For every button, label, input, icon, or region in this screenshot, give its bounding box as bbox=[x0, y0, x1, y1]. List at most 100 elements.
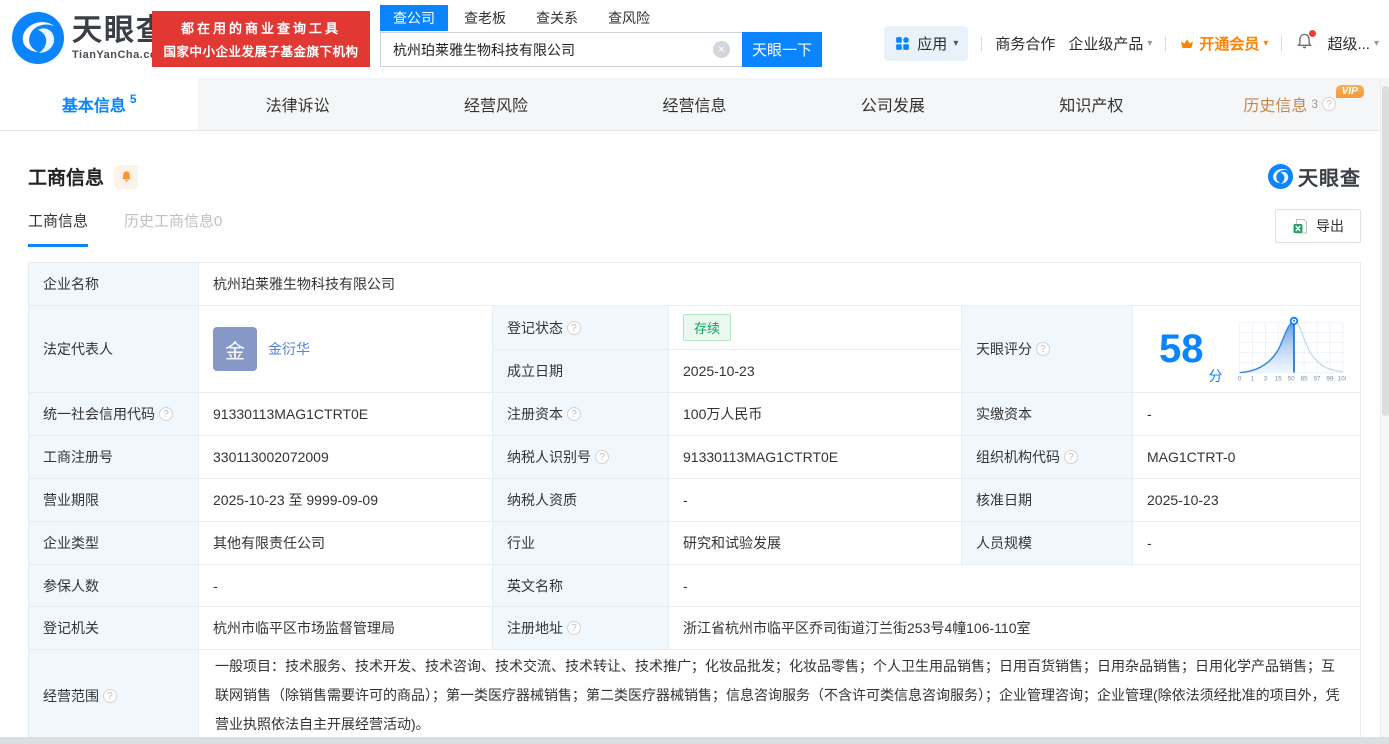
tab-operating-risk[interactable]: 经营风险 bbox=[397, 78, 595, 130]
subscribe-bell-button[interactable] bbox=[114, 164, 139, 189]
field-value-registration-authority: 杭州市临平区市场监督管理局 bbox=[199, 607, 493, 650]
search-area: 查公司 查老板 查关系 查风险 × 天眼一下 bbox=[380, 5, 822, 67]
field-value-tyc-score: 58 分 0 1 3 15 50 85 97 99 10 bbox=[1133, 306, 1360, 393]
tianyancha-company-page: 天眼查 TianYanCha.com 都在用的商业查询工具 国家中小企业发展子基… bbox=[0, 0, 1389, 744]
nav-business-coop[interactable]: 商务合作 bbox=[995, 33, 1055, 54]
label-text: 登记机关 bbox=[43, 620, 99, 636]
nav-enterprise-product[interactable]: 企业级产品 ▾ bbox=[1068, 33, 1152, 54]
label-text: 人员规模 bbox=[976, 535, 1032, 551]
label-text: 纳税人识别号 bbox=[507, 449, 591, 465]
clear-icon[interactable]: × bbox=[713, 41, 730, 58]
label-text: 营业期限 bbox=[43, 492, 99, 508]
field-value-reg-number: 330113002072009 bbox=[199, 436, 493, 479]
subtab-business-info[interactable]: 工商信息 bbox=[28, 210, 89, 247]
search-tab-company[interactable]: 查公司 bbox=[380, 5, 448, 31]
help-icon[interactable]: ? bbox=[1322, 97, 1337, 111]
svg-text:99: 99 bbox=[1326, 376, 1334, 383]
search-button[interactable]: 天眼一下 bbox=[742, 32, 822, 67]
divider bbox=[981, 35, 983, 52]
field-value-est-date: 2025-10-23 bbox=[669, 350, 962, 393]
field-label-company-name: 企业名称 bbox=[29, 263, 199, 306]
apps-menu[interactable]: 应用 ▾ bbox=[884, 26, 969, 61]
user-menu[interactable]: 超级... ▾ bbox=[1327, 33, 1379, 54]
tab-development-label: 公司发展 bbox=[860, 98, 925, 115]
score-unit: 分 bbox=[1208, 368, 1223, 384]
tab-history-info[interactable]: VIP 历史信息 3 ? bbox=[1191, 78, 1389, 130]
search-tab-relation[interactable]: 查关系 bbox=[536, 8, 578, 28]
registered-address: 浙江省杭州市临平区乔司街道汀兰街253号4幢106-110室 bbox=[683, 620, 1031, 636]
notification-dot bbox=[1309, 30, 1317, 37]
field-value-english-name: - bbox=[669, 565, 1360, 607]
taxpayer-qualification: - bbox=[683, 492, 688, 508]
field-label-reg-capital: 注册资本 ? bbox=[493, 393, 669, 436]
svg-text:0: 0 bbox=[1237, 376, 1241, 383]
tab-legal[interactable]: 法律诉讼 bbox=[198, 78, 396, 130]
field-value-taxpayer-qualification: - bbox=[669, 479, 962, 522]
scrollbar-thumb[interactable] bbox=[1382, 86, 1389, 416]
field-label-registration-authority: 登记机关 bbox=[29, 607, 199, 650]
field-value-company-name: 杭州珀莱雅生物科技有限公司 bbox=[199, 263, 1360, 306]
field-value-company-type: 其他有限责任公司 bbox=[199, 522, 493, 565]
section-title: 工商信息 bbox=[28, 168, 105, 189]
chevron-down-icon: ▾ bbox=[1373, 38, 1379, 49]
svg-text:50: 50 bbox=[1287, 376, 1295, 383]
excel-icon bbox=[1293, 218, 1307, 233]
help-icon[interactable]: ? bbox=[567, 621, 581, 635]
slogan-banner: 都在用的商业查询工具 国家中小企业发展子基金旗下机构 bbox=[152, 11, 370, 67]
english-name: - bbox=[683, 577, 688, 594]
score-number: 58 bbox=[1159, 327, 1204, 371]
legal-rep-link[interactable]: 金衍华 bbox=[268, 339, 310, 359]
svg-text:85: 85 bbox=[1300, 376, 1308, 383]
tab-ip-label: 知识产权 bbox=[1059, 98, 1124, 115]
search-tab-boss[interactable]: 查老板 bbox=[464, 8, 506, 28]
label-text: 行业 bbox=[507, 535, 535, 551]
svg-text:15: 15 bbox=[1274, 376, 1282, 383]
field-value-org-code: MAG1CTRT-0 bbox=[1133, 436, 1360, 479]
tab-operating-info[interactable]: 经营信息 bbox=[595, 78, 793, 130]
crown-icon bbox=[1181, 38, 1194, 48]
field-value-legal-rep: 金 金衍华 bbox=[199, 306, 493, 393]
nav-vip-label: 开通会员 bbox=[1199, 36, 1260, 53]
chevron-down-icon: ▾ bbox=[953, 38, 959, 49]
nav-open-vip[interactable]: 开通会员 ▾ bbox=[1179, 33, 1268, 54]
tab-company-development[interactable]: 公司发展 bbox=[794, 78, 992, 130]
help-icon[interactable]: ? bbox=[1064, 450, 1078, 464]
label-text: 经营范围 bbox=[43, 687, 99, 704]
field-value-credit-code: 91330113MAG1CTRT0E bbox=[199, 393, 493, 436]
status-badge: 存续 bbox=[683, 314, 732, 341]
field-label-org-code: 组织机构代码 ? bbox=[962, 436, 1133, 479]
main-content: 工商信息 天眼查 工商信息 历史工商信息0 导出 企业名称 杭州珀莱雅生物科技有… bbox=[0, 162, 1389, 742]
search-input[interactable] bbox=[380, 32, 742, 67]
bell-icon bbox=[121, 171, 131, 182]
label-text: 组织机构代码 bbox=[976, 449, 1060, 465]
export-button[interactable]: 导出 bbox=[1275, 209, 1361, 243]
tab-basic-info[interactable]: 基本信息 5 bbox=[0, 78, 199, 130]
field-label-registered-address: 注册地址 ? bbox=[493, 607, 669, 650]
section-subtabs: 工商信息 历史工商信息0 bbox=[28, 210, 222, 247]
label-text: 纳税人资质 bbox=[507, 492, 577, 508]
help-icon[interactable]: ? bbox=[159, 407, 173, 421]
help-icon[interactable]: ? bbox=[567, 320, 581, 335]
apps-label: 应用 bbox=[917, 36, 948, 53]
field-value-industry: 研究和试验发展 bbox=[669, 522, 962, 565]
watermark-logo: 天眼查 bbox=[1268, 162, 1361, 191]
tianyancha-logo[interactable]: 天眼查 TianYanCha.com bbox=[12, 12, 168, 64]
search-tab-risk[interactable]: 查风险 bbox=[608, 8, 650, 28]
tab-intellectual-property[interactable]: 知识产权 bbox=[992, 78, 1190, 130]
business-scope: 一般项目：技术服务、技术开发、技术咨询、技术交流、技术转让、技术推广；化妆品批发… bbox=[215, 658, 1340, 732]
est-date: 2025-10-23 bbox=[683, 363, 755, 379]
help-icon[interactable]: ? bbox=[595, 450, 609, 464]
notification-bell[interactable] bbox=[1295, 30, 1317, 55]
top-bar: 天眼查 TianYanCha.com 都在用的商业查询工具 国家中小企业发展子基… bbox=[0, 0, 1389, 78]
field-label-reg-number: 工商注册号 bbox=[29, 436, 199, 479]
help-icon[interactable]: ? bbox=[567, 407, 581, 421]
help-icon[interactable]: ? bbox=[1036, 342, 1050, 356]
search-box: × 天眼一下 bbox=[380, 32, 822, 67]
industry: 研究和试验发展 bbox=[683, 535, 781, 551]
help-icon[interactable]: ? bbox=[103, 688, 117, 703]
apps-grid-icon bbox=[896, 37, 910, 50]
field-value-business-scope: 一般项目：技术服务、技术开发、技术咨询、技术交流、技术转让、技术推广；化妆品批发… bbox=[199, 650, 1360, 741]
subtab-history-business-info[interactable]: 历史工商信息0 bbox=[124, 210, 222, 247]
scrollbar[interactable] bbox=[1380, 78, 1389, 744]
tab-history-count: 3 bbox=[1311, 97, 1319, 111]
